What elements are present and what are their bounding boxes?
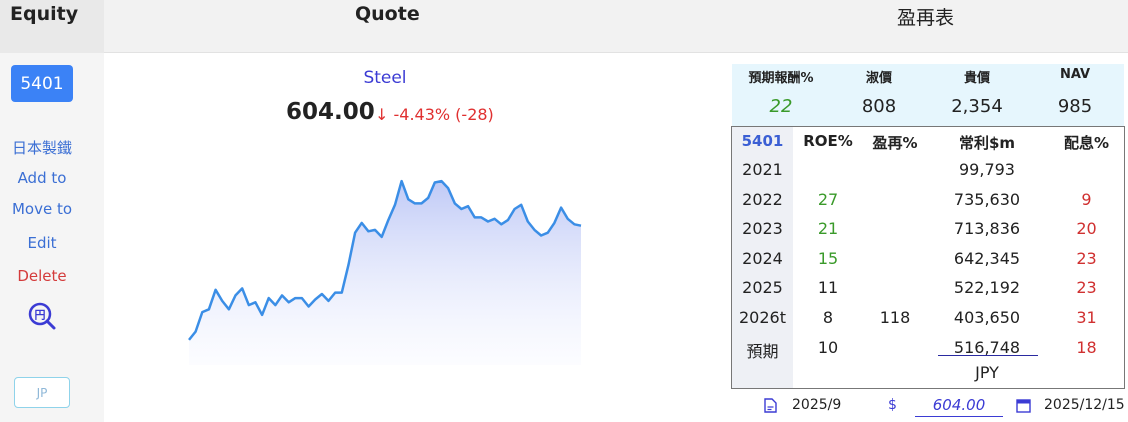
quote-date: 2025/12/15 (1044, 397, 1125, 413)
expensive-price-value: 2,354 (951, 96, 1003, 117)
quote-header: Quote (355, 3, 420, 25)
table-header-dividend: 配息% (1063, 134, 1110, 152)
table-cell-year: 2025 (742, 278, 783, 298)
ticker-button[interactable]: 5401 (11, 65, 73, 102)
cheap-price-label: 淑價 (865, 71, 892, 86)
table-header-reinvest: 盈再% (872, 134, 918, 152)
forecast-underline (938, 355, 1038, 356)
stock-price: 604.00 (286, 99, 375, 125)
table-cell-roe: 15 (817, 248, 839, 268)
dollar-sign: $ (888, 397, 897, 413)
price-change: ↓ -4.43% (-28) (375, 105, 494, 124)
yen-search-icon[interactable]: 円 (27, 302, 57, 332)
expected-return-value: 22 (769, 96, 793, 117)
table-cell-year: 2023 (742, 219, 783, 239)
pe-table-header: 盈再表 (897, 7, 955, 29)
delete-link[interactable]: Delete (0, 267, 84, 285)
footer-bar: 2025/9 $ 604.00 2025/12/15 (732, 392, 1128, 422)
market-button[interactable]: JP (14, 377, 70, 408)
table-cell-year: 2024 (742, 248, 783, 268)
price-chart (188, 179, 582, 365)
equity-label: Equity (10, 3, 79, 25)
table-cell-reinvest: 118 (879, 308, 911, 327)
table-cell-profit: 99,793 (959, 160, 1015, 179)
table-cell-roe: 27 (817, 189, 839, 209)
equity-header: Equity (0, 0, 104, 53)
table-cell-dividend: 23 (1076, 248, 1097, 268)
earnings-table: 5401 ROE% 盈再% 常利$m 配息% 2021 99,793 2022 27 7… (731, 126, 1125, 389)
table-cell-dividend: 20 (1076, 219, 1097, 239)
move-to-link[interactable]: Move to (0, 200, 84, 218)
table-cell-year: 2021 (742, 160, 783, 179)
table-cell-year: 2022 (742, 189, 783, 209)
edit-link[interactable]: Edit (0, 234, 84, 252)
table-cell-dividend: 9 (1081, 189, 1092, 209)
table-cell-profit: 516,748 (953, 337, 1021, 357)
table-cell-profit: 403,650 (953, 308, 1021, 327)
table-cell-dividend: 18 (1076, 337, 1097, 357)
sidebar: 5401 日本製鐵 Add to Move to Edit Delete 円 J… (0, 53, 104, 422)
document-icon (764, 398, 777, 413)
expected-return-label: 預期報酬% (748, 71, 814, 86)
table-cell-year: 預期 (746, 341, 779, 361)
table-cell-profit: 522,192 (953, 278, 1021, 298)
cheap-price-value: 808 (861, 96, 897, 117)
company-name-link[interactable]: 日本製鐵 (0, 137, 84, 158)
table-cell-profit: 735,630 (953, 189, 1021, 209)
add-to-link[interactable]: Add to (0, 169, 84, 187)
table-cell-profit: 642,345 (953, 248, 1021, 268)
price-input[interactable]: 604.00 (915, 395, 1003, 417)
expensive-price-label: 貴價 (963, 71, 990, 86)
table-header-profit: 常利$m (958, 134, 1016, 152)
table-cell-profit: 713,836 (953, 219, 1021, 239)
table-cell-roe: 10 (817, 337, 839, 357)
table-cell-roe: 21 (817, 219, 839, 239)
stock-name: Steel (363, 68, 407, 88)
top-bar: Equity Quote 盈再表 (0, 0, 1128, 53)
report-date: 2025/9 (792, 397, 842, 413)
table-cell-roe: 11 (817, 278, 839, 298)
table-header-ticker: 5401 (741, 132, 784, 150)
table-cell-dividend: 23 (1076, 278, 1097, 298)
table-cell-year: 2026t (739, 308, 786, 327)
nav-value: 985 (1057, 96, 1093, 117)
currency-label: JPY (975, 363, 999, 382)
yen-glyph: 円 (35, 309, 46, 322)
table-cell-dividend: 31 (1076, 308, 1097, 327)
calendar-icon[interactable] (1016, 398, 1031, 413)
nav-label: NAV (1059, 67, 1091, 82)
valuation-stats: 預期報酬% 淑價 貴價 NAV 22 808 2,354 985 (732, 64, 1124, 126)
table-cell-roe: 8 (822, 308, 834, 327)
table-header-roe: ROE% (803, 132, 853, 150)
